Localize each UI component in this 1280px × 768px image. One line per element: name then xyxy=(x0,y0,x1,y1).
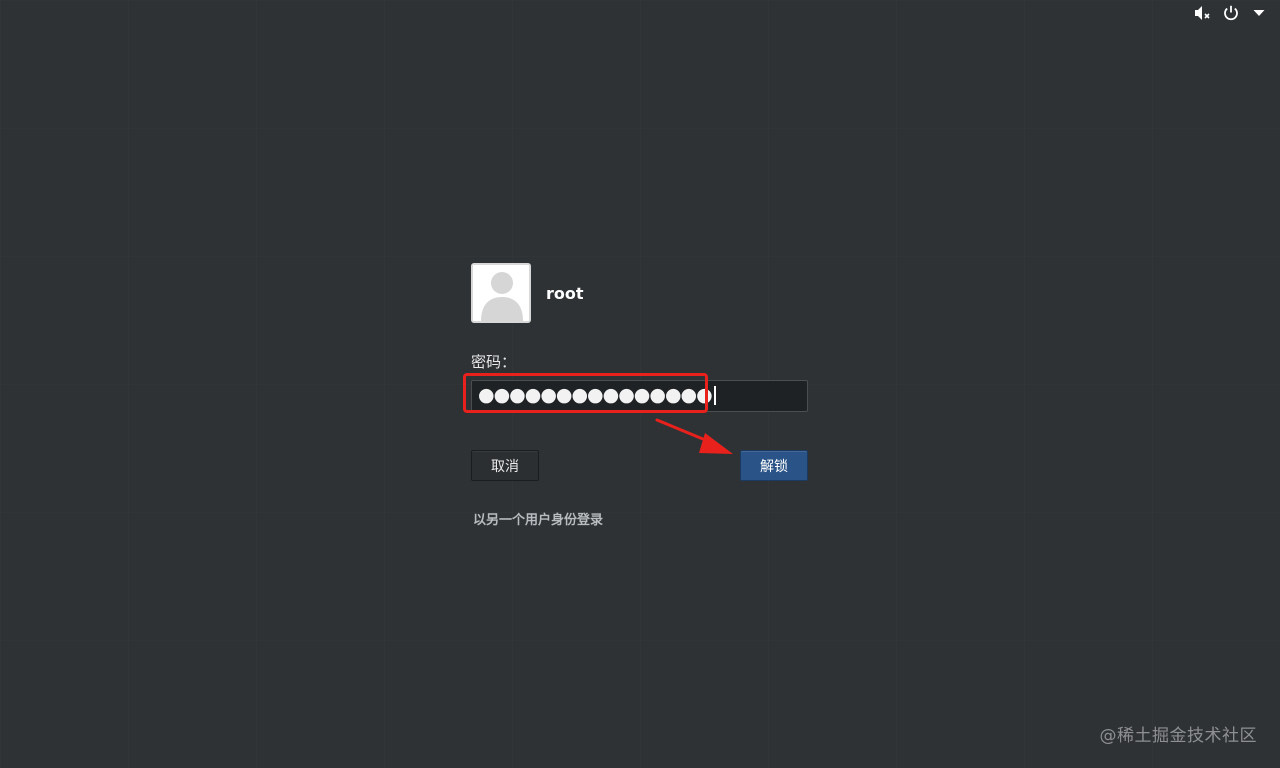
user-avatar-icon xyxy=(471,263,531,323)
login-as-other-user-link[interactable]: 以另一个用户身份登录 xyxy=(473,509,808,528)
chevron-down-icon[interactable] xyxy=(1250,4,1268,22)
cancel-button[interactable]: 取消 xyxy=(471,450,539,481)
top-bar xyxy=(1194,0,1280,26)
button-row: 取消 解锁 xyxy=(471,418,808,481)
username: root xyxy=(546,283,584,303)
watermark: @稀土掘金技术社区 xyxy=(1099,726,1257,746)
password-field-wrapper: ●●●●●●●●●●●●●●● xyxy=(463,373,808,413)
annotation-arrow-icon xyxy=(655,418,733,454)
unlock-dialog: root 密码： ●●●●●●●●●●●●●●● 取消 解锁 以另一个用户身份登… xyxy=(463,261,808,528)
password-input[interactable] xyxy=(471,380,808,412)
password-label: 密码： xyxy=(471,353,517,371)
unlock-button[interactable]: 解锁 xyxy=(740,450,808,481)
power-icon[interactable] xyxy=(1222,4,1240,22)
user-row: root xyxy=(471,261,808,325)
volume-muted-icon[interactable] xyxy=(1194,4,1212,22)
